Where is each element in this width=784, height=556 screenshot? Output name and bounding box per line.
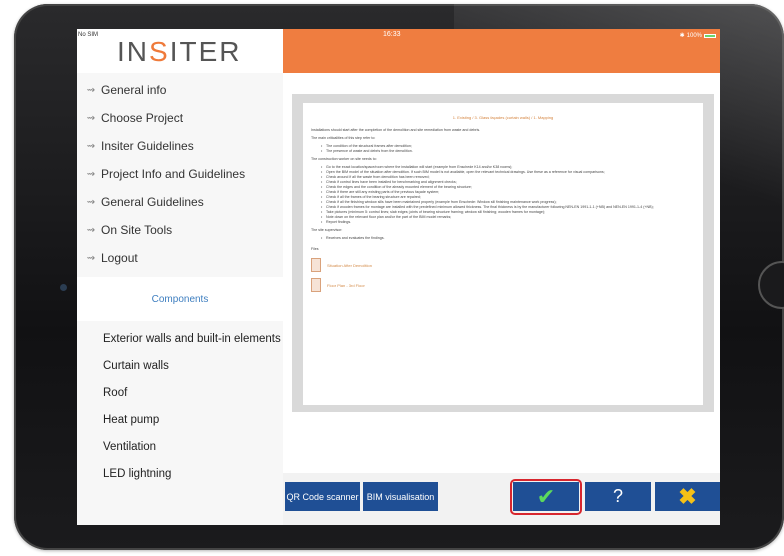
- components-list: Exterior walls and built-in elements Cur…: [77, 325, 283, 487]
- menu-arrow-icon: ⇝: [86, 168, 96, 180]
- menu-arrow-icon: ⇝: [86, 196, 96, 208]
- menu-item-general-info[interactable]: ⇝ General info: [77, 76, 283, 104]
- help-button[interactable]: ?: [585, 482, 651, 511]
- menu-item-general-guidelines[interactable]: ⇝ General Guidelines: [77, 188, 283, 216]
- files-label: Files: [311, 247, 319, 251]
- menu-item-label: General Guidelines: [101, 195, 204, 209]
- component-ventilation[interactable]: Ventilation: [77, 433, 283, 460]
- close-icon: ✖: [678, 483, 697, 509]
- logo-area: No SIM INSITER: [77, 29, 283, 73]
- list-item: The presence of waste and debris from th…: [321, 149, 695, 154]
- menu-item-label: General info: [101, 83, 167, 97]
- insiter-logo: INSITER: [117, 36, 242, 67]
- component-heat-pump[interactable]: Heat pump: [77, 406, 283, 433]
- component-exterior-walls[interactable]: Exterior walls and built-in elements: [77, 325, 283, 352]
- menu-item-label: On Site Tools: [101, 223, 173, 237]
- front-camera: [60, 284, 67, 291]
- bluetooth-icon: ✱: [679, 33, 685, 39]
- menu-arrow-icon: ⇝: [86, 252, 96, 264]
- document-title: 1. Existing / 3. Glass façades (curtain …: [452, 115, 554, 120]
- checkmark-icon: ✔: [536, 483, 556, 509]
- file-icon: [311, 258, 321, 272]
- menu-arrow-icon: ⇝: [86, 140, 96, 152]
- main-content: 1. Existing / 3. Glass façades (curtain …: [283, 73, 720, 473]
- app-screen: No SIM INSITER ⇝ General info ⇝ Choose P…: [77, 29, 720, 525]
- menu-arrow-icon: ⇝: [86, 224, 96, 236]
- battery-icon: [704, 33, 716, 38]
- component-roof[interactable]: Roof: [77, 379, 283, 406]
- list-item: Report findings.: [321, 220, 695, 225]
- component-curtain-walls[interactable]: Curtain walls: [77, 352, 283, 379]
- file-name: Situation After Demolition: [327, 262, 372, 268]
- menu-item-insiter-guidelines[interactable]: ⇝ Insiter Guidelines: [77, 132, 283, 160]
- file-icon: [311, 278, 321, 292]
- qr-code-scanner-button[interactable]: QR Code scanner: [285, 482, 360, 511]
- menu-arrow-icon: ⇝: [86, 84, 96, 96]
- main-menu: ⇝ General info ⇝ Choose Project ⇝ Insite…: [77, 76, 283, 272]
- file-link-situation[interactable]: Situation After Demolition: [311, 255, 695, 275]
- menu-item-logout[interactable]: ⇝ Logout: [77, 244, 283, 272]
- menu-item-project-info[interactable]: ⇝ Project Info and Guidelines: [77, 160, 283, 188]
- confirm-button[interactable]: ✔: [513, 482, 579, 511]
- supervisor-label: The site supervisor:: [311, 228, 343, 232]
- list-item: Receives and evaluates the findings.: [321, 236, 695, 241]
- cancel-button[interactable]: ✖: [655, 482, 720, 511]
- component-led-lightning[interactable]: LED lightning: [77, 460, 283, 487]
- battery-percent: 100%: [686, 32, 702, 39]
- bottom-toolbar: QR Code scanner BIM visualisation ✔ ? ✖: [283, 473, 720, 525]
- worker-tasks-list: Go to the exact location/space/room wher…: [321, 165, 695, 225]
- menu-item-label: Choose Project: [101, 111, 184, 125]
- document-viewer[interactable]: 1. Existing / 3. Glass façades (curtain …: [292, 94, 714, 412]
- document-page: 1. Existing / 3. Glass façades (curtain …: [303, 103, 703, 405]
- menu-arrow-icon: ⇝: [86, 112, 96, 124]
- criticalities-label: The main criticalities of this step refe…: [311, 136, 376, 140]
- menu-item-label: Insiter Guidelines: [101, 139, 194, 153]
- carrier-status: No SIM: [78, 32, 99, 38]
- battery-status: ✱ 100%: [680, 32, 716, 39]
- menu-item-choose-project[interactable]: ⇝ Choose Project: [77, 104, 283, 132]
- document-intro: Installations should start after the com…: [311, 128, 481, 132]
- home-button[interactable]: [758, 261, 784, 309]
- worker-label: The construction worker on site needs to…: [311, 157, 377, 161]
- menu-item-label: Project Info and Guidelines: [101, 167, 246, 181]
- bim-visualisation-button[interactable]: BIM visualisation: [363, 482, 438, 511]
- file-name: Floor Plan - 3rd Floor: [327, 282, 365, 288]
- supervisor-tasks-list: Receives and evaluates the findings.: [321, 236, 695, 241]
- components-header: Components: [77, 277, 283, 321]
- menu-item-label: Logout: [101, 251, 138, 265]
- status-time: 16:33: [383, 31, 401, 38]
- criticalities-list: The condition of the structural frames a…: [321, 144, 695, 154]
- menu-item-on-site-tools[interactable]: ⇝ On Site Tools: [77, 216, 283, 244]
- file-link-floor-plan[interactable]: Floor Plan - 3rd Floor: [311, 275, 695, 295]
- sidebar: No SIM INSITER ⇝ General info ⇝ Choose P…: [77, 29, 283, 525]
- header-bar: 16:33 ✱ 100%: [283, 29, 720, 73]
